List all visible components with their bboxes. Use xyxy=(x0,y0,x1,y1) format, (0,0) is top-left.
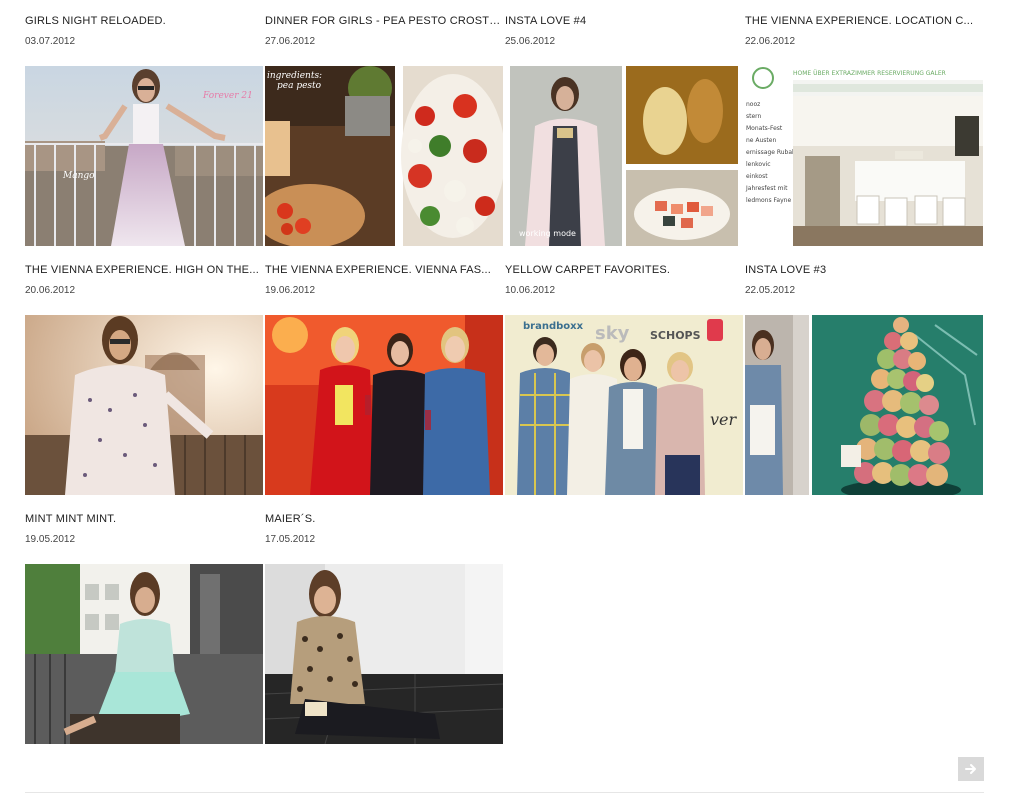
post-title[interactable]: THE VIENNA EXPERIENCE. HIGH ON THE... xyxy=(25,263,263,277)
post-title[interactable]: THE VIENNA EXPERIENCE. VIENNA FAS... xyxy=(265,263,503,277)
post-date: 17.05.2012 xyxy=(265,534,316,545)
post-thumbnail[interactable] xyxy=(25,315,263,495)
svg-text:HOME ÜBER EXTRAZIMMER RESER: HOME ÜBER EXTRAZIMMER RESERVIERUNG GALER xyxy=(793,70,946,77)
post-title[interactable]: INSTA LOVE #3 xyxy=(745,263,983,277)
svg-text:Forever 21: Forever 21 xyxy=(202,91,253,101)
svg-text:ernissage Rubak: ernissage Rubak xyxy=(746,149,796,156)
svg-text:ne Austen: ne Austen xyxy=(746,137,776,144)
svg-text:Jahresfest mit: Jahresfest mit xyxy=(745,185,788,192)
post-date: 03.07.2012 xyxy=(25,36,76,47)
post-title[interactable]: INSTA LOVE #4 xyxy=(505,14,743,28)
svg-text:working mode: working mode xyxy=(519,229,576,238)
post-title[interactable]: GIRLS NIGHT RELOADED. xyxy=(25,14,263,28)
post-thumbnail[interactable] xyxy=(265,564,503,744)
next-page-button[interactable] xyxy=(958,757,984,781)
post-date: 19.06.2012 xyxy=(265,285,316,296)
arrow-right-icon xyxy=(965,764,976,774)
post-thumbnail[interactable]: ingredients: pea pesto xyxy=(265,66,503,246)
post-thumbnail[interactable]: nooz stern Monats-Fest ne Austen ernissage … xyxy=(745,66,983,246)
post-title[interactable]: MAIER´S. xyxy=(265,512,503,526)
post-date: 27.06.2012 xyxy=(265,36,316,47)
svg-text:ver: ver xyxy=(710,410,738,429)
svg-text:lenkovic: lenkovic xyxy=(746,161,771,168)
svg-text:sky: sky xyxy=(595,323,630,344)
post-title[interactable]: THE VIENNA EXPERIENCE. LOCATION C... xyxy=(745,14,983,28)
svg-text:pea pesto: pea pesto xyxy=(277,81,322,91)
post-date: 25.06.2012 xyxy=(505,36,556,47)
post-date: 20.06.2012 xyxy=(25,285,76,296)
post-title[interactable]: DINNER FOR GIRLS - PEA PESTO CROSTINI xyxy=(265,14,503,28)
svg-text:stern: stern xyxy=(746,113,762,120)
post-thumbnail[interactable]: working mode xyxy=(505,66,743,246)
post-title[interactable]: YELLOW CARPET FAVORITES. xyxy=(505,263,743,277)
svg-text:einkost: einkost xyxy=(746,173,768,180)
post-date: 22.05.2012 xyxy=(745,285,796,296)
post-thumbnail[interactable] xyxy=(25,564,263,744)
svg-text:brandboxx: brandboxx xyxy=(523,321,584,332)
footer-divider xyxy=(25,792,984,793)
post-thumbnail[interactable] xyxy=(745,315,983,495)
post-date: 22.06.2012 xyxy=(745,36,796,47)
post-thumbnail[interactable] xyxy=(265,315,503,495)
post-thumbnail[interactable]: brandboxx sky SCHOPS ver xyxy=(505,315,743,495)
post-title[interactable]: MINT MINT MINT. xyxy=(25,512,263,526)
svg-text:ledmons Fayne: ledmons Fayne xyxy=(746,197,791,204)
svg-text:SCHOPS: SCHOPS xyxy=(650,329,701,342)
post-thumbnail[interactable]: Forever 21 Mango xyxy=(25,66,263,246)
post-date: 19.05.2012 xyxy=(25,534,76,545)
post-date: 10.06.2012 xyxy=(505,285,556,296)
svg-text:nooz: nooz xyxy=(746,101,760,108)
svg-text:Mango: Mango xyxy=(62,171,95,181)
svg-text:Monats-Fest: Monats-Fest xyxy=(746,125,783,132)
svg-text:ingredients:: ingredients: xyxy=(267,71,322,81)
